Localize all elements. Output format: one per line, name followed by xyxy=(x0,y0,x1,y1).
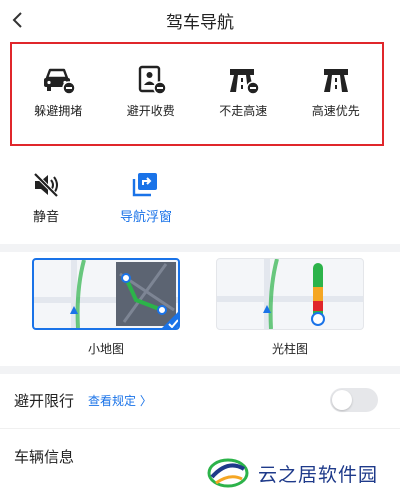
highway-avoid-icon xyxy=(230,69,260,95)
nav-float-label: 导航浮窗 xyxy=(119,210,172,225)
view-rules-link[interactable]: 查看规定 〉 xyxy=(88,392,152,409)
watermark: 云之居软件园 xyxy=(202,450,400,496)
pref-avoid-toll[interactable]: 避开收费 xyxy=(111,64,191,119)
mute-button[interactable]: 静音 xyxy=(16,170,76,225)
section-divider xyxy=(0,244,400,252)
pref-avoid-congestion[interactable]: 躲避拥堵 xyxy=(18,64,98,119)
pref-label: 躲避拥堵 xyxy=(34,104,83,118)
route-preferences-panel: 躲避拥堵 避开收费 不走高速 高速优先 xyxy=(10,42,384,146)
page-title: 驾车导航 xyxy=(166,12,234,33)
site-logo-icon xyxy=(207,458,249,488)
toggle-knob xyxy=(332,390,352,410)
watermark-text: 云之居软件园 xyxy=(258,463,379,486)
toll-avoid-icon xyxy=(138,65,167,95)
small-map-label: 小地图 xyxy=(87,342,124,356)
checkmark-icon xyxy=(162,312,178,328)
mute-label: 静音 xyxy=(32,210,59,225)
chevron-left-icon xyxy=(12,12,22,28)
nav-float-window-button[interactable]: 导航浮窗 xyxy=(116,170,176,225)
avoid-restriction-title: 避开限行 xyxy=(14,391,75,410)
pref-highway-priority[interactable]: 高速优先 xyxy=(296,64,376,119)
small-map-preview xyxy=(32,258,180,330)
nav-tools: 静音 导航浮窗 xyxy=(0,170,400,232)
section-divider xyxy=(0,366,400,374)
nav-header: 驾车导航 xyxy=(0,0,400,40)
avoid-restriction-row: 避开限行 查看规定 〉 xyxy=(0,380,400,420)
pref-label: 避开收费 xyxy=(126,104,175,118)
highway-priority-icon xyxy=(323,69,348,92)
map-preview-illustration xyxy=(217,259,363,329)
pref-label: 高速优先 xyxy=(311,104,360,118)
pref-avoid-highway[interactable]: 不走高速 xyxy=(203,64,283,119)
avoid-restriction-toggle[interactable] xyxy=(330,388,378,412)
map-option-small-map[interactable]: 小地图 xyxy=(32,258,180,357)
floating-window-icon xyxy=(132,173,157,197)
light-bar-label: 光柱图 xyxy=(271,342,308,356)
map-preview-illustration xyxy=(34,260,178,328)
light-bar-preview xyxy=(216,258,364,330)
row-divider xyxy=(0,428,400,429)
vehicle-info-row[interactable]: 车辆信息 xyxy=(14,446,74,467)
pref-label: 不走高速 xyxy=(219,104,268,118)
back-button[interactable] xyxy=(6,8,30,32)
map-option-light-bar[interactable]: 光柱图 xyxy=(216,258,364,357)
car-avoid-congestion-icon xyxy=(44,68,76,95)
speaker-mute-icon xyxy=(33,172,59,198)
map-style-options: 小地图 光柱图 xyxy=(0,258,400,358)
